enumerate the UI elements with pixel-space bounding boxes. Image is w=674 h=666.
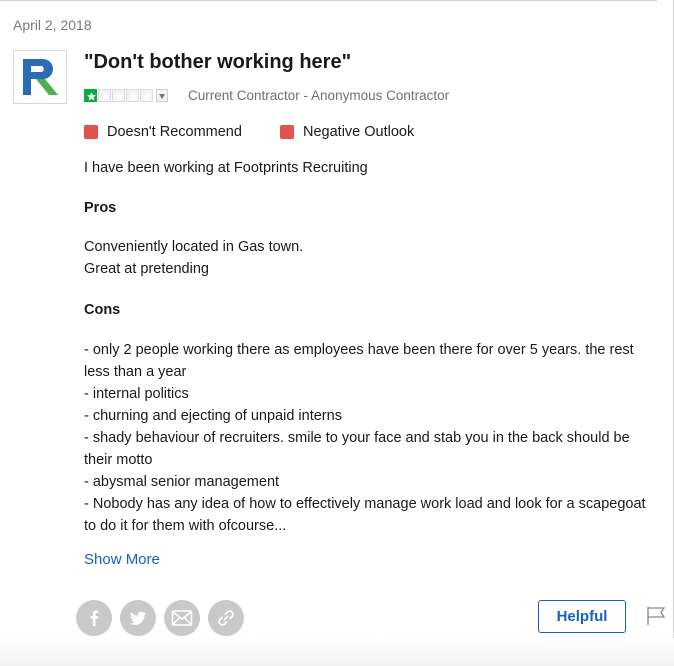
outlook-indicator: Negative Outlook [280, 124, 414, 140]
cons-line: - only 2 people working there as employe… [84, 342, 634, 358]
star-icon [126, 88, 139, 102]
twitter-icon [129, 611, 146, 625]
cons-line: - shady behaviour of recruiters. smile t… [84, 430, 630, 446]
review-date: April 2, 2018 [13, 17, 92, 33]
twitter-share-button[interactable] [120, 600, 156, 636]
star-icon [84, 88, 97, 102]
cons-line: - churning and ejecting of unpaid intern… [84, 408, 342, 424]
cons-line: their motto [84, 452, 153, 468]
negative-square-icon [280, 125, 294, 139]
reviewer-info: Current Contractor - Anonymous Contracto… [188, 88, 450, 103]
cons-line: less than a year [84, 364, 187, 380]
review-title[interactable]: "Don't bother working here" [84, 51, 351, 74]
pros-heading: Pros [84, 200, 117, 216]
link-icon [218, 610, 234, 626]
star-icon [112, 88, 125, 102]
pros-line: Great at pretending [84, 261, 209, 277]
negative-square-icon [84, 125, 98, 139]
show-more-link[interactable]: Show More [84, 551, 160, 568]
recommend-indicator: Doesn't Recommend [84, 124, 242, 140]
chevron-down-icon[interactable] [156, 88, 168, 102]
company-logo-icon [13, 50, 67, 104]
cons-line: - abysmal senior management [84, 474, 280, 490]
cons-line: - Nobody has any idea of how to effectiv… [84, 496, 646, 512]
facebook-share-button[interactable] [76, 600, 112, 636]
email-share-button[interactable] [164, 600, 200, 636]
top-divider [0, 0, 657, 1]
cons-line: - internal politics [84, 386, 189, 402]
review-summary: I have been working at Footprints Recrui… [84, 160, 368, 176]
pros-line: Conveniently located in Gas town. [84, 239, 304, 255]
star-icon [140, 88, 153, 102]
cons-line: to do it for them with ofcourse... [84, 518, 287, 534]
outlook-label: Negative Outlook [303, 124, 415, 140]
facebook-icon [90, 610, 99, 626]
star-icon [98, 88, 111, 102]
star-rating [84, 88, 168, 102]
helpful-button[interactable]: Helpful [538, 600, 626, 633]
flag-icon[interactable] [645, 606, 667, 626]
recommend-label: Doesn't Recommend [107, 124, 242, 140]
copy-link-button[interactable] [208, 600, 244, 636]
bottom-shade [0, 638, 674, 666]
email-icon [171, 610, 193, 626]
cons-heading: Cons [84, 302, 121, 318]
